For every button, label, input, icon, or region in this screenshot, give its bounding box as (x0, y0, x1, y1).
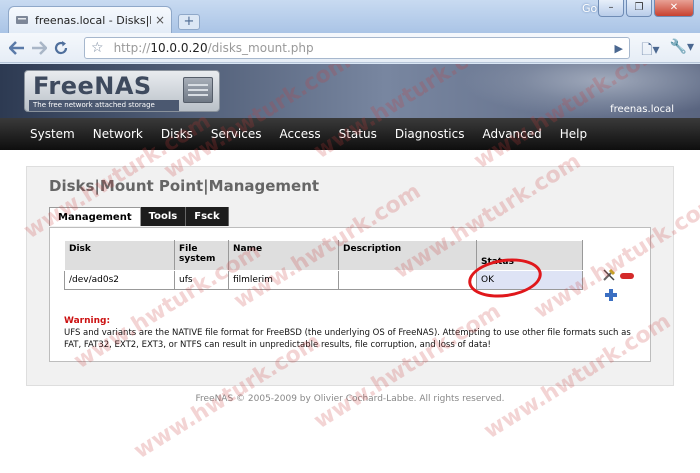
browser-tab[interactable]: freenas.local - Disks|Mount ... × (8, 6, 172, 33)
warning-text: UFS and variants are the NATIVE file for… (64, 328, 631, 350)
back-arrow-icon[interactable] (6, 37, 28, 59)
menu-network[interactable]: Network (93, 127, 143, 141)
col-description: Description (338, 240, 477, 271)
col-name: Name (228, 240, 339, 271)
tab-close-icon[interactable]: × (155, 13, 165, 27)
menu-advanced[interactable]: Advanced (482, 127, 541, 141)
go-icon[interactable]: ▶ (615, 42, 623, 55)
logo-tagline: The free network attached storage (29, 100, 179, 111)
mount-panel: Disk File system Name Description Status … (49, 227, 651, 362)
tab-title: freenas.local - Disks|Mount ... (35, 13, 151, 27)
hostname: freenas.local (610, 104, 674, 115)
star-icon[interactable]: ☆ (91, 40, 104, 56)
menu-services[interactable]: Services (211, 127, 262, 141)
close-window-button[interactable]: ✕ (654, 0, 694, 17)
add-icon[interactable] (604, 288, 618, 302)
minimize-button[interactable]: – (598, 0, 624, 17)
page-footer: FreeNAS © 2005-2009 by Olivier Cochard-L… (195, 394, 505, 404)
menu-help[interactable]: Help (560, 127, 587, 141)
new-tab-button[interactable]: + (178, 14, 200, 30)
browser-titlebar: freenas.local - Disks|Mount ... × + Goog… (0, 0, 700, 33)
menu-status[interactable]: Status (339, 127, 377, 141)
freenas-favicon-icon (16, 16, 28, 24)
menu-diagnostics[interactable]: Diagnostics (395, 127, 465, 141)
tab-tools[interactable]: Tools (140, 207, 187, 226)
warning-title: Warning: (64, 316, 111, 326)
cell-disk: /dev/ad0s2 (64, 270, 175, 290)
freenas-logo[interactable]: FreeNAS The free network attached storag… (24, 70, 220, 112)
page-menu-icon[interactable]: 🗋▾ (641, 39, 659, 63)
browser-toolbar: ☆ http://10.0.0.20/disks_mount.php ▶ 🗋▾ … (0, 33, 700, 63)
page-viewport: FreeNAS The free network attached storag… (0, 64, 700, 473)
cell-name: filmlerim (228, 270, 339, 290)
forward-arrow-icon[interactable] (28, 37, 50, 59)
page-title: Disks|Mount Point|Management (49, 177, 320, 195)
menu-disks[interactable]: Disks (161, 127, 193, 141)
logo-name: FreeNAS (33, 72, 152, 100)
edit-icon[interactable] (602, 268, 616, 282)
address-url: http://10.0.0.20/disks_mount.php (113, 41, 314, 55)
delete-icon[interactable] (620, 273, 634, 279)
cell-filesystem: ufs (174, 270, 229, 290)
tab-management[interactable]: Management (49, 207, 141, 226)
cell-description (338, 270, 477, 290)
menu-system[interactable]: System (30, 127, 75, 141)
address-bar[interactable]: ☆ http://10.0.0.20/disks_mount.php ▶ (84, 37, 630, 59)
subtabs: Management Tools Fsck (49, 207, 229, 226)
col-filesystem: File system (174, 240, 229, 271)
freenas-header: FreeNAS The free network attached storag… (0, 64, 700, 118)
reload-icon[interactable] (50, 37, 72, 59)
logo-disk-icon (183, 77, 213, 103)
menu-access[interactable]: Access (280, 127, 321, 141)
col-disk: Disk (64, 240, 175, 271)
content-area: Disks|Mount Point|Management Management … (26, 166, 674, 386)
tab-fsck[interactable]: Fsck (186, 207, 229, 226)
maximize-button[interactable]: ❐ (626, 0, 652, 17)
wrench-menu-icon[interactable]: 🔧▾ (670, 39, 694, 63)
main-menu: System Network Disks Services Access Sta… (0, 118, 700, 150)
